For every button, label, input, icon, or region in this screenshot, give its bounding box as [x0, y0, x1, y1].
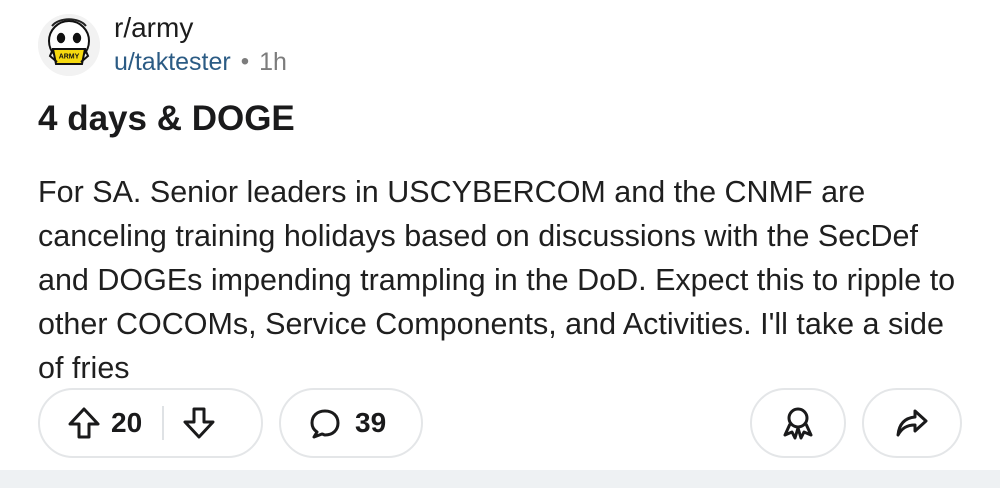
award-icon	[783, 407, 813, 440]
comment-count: 39	[355, 407, 387, 438]
share-button[interactable]	[862, 388, 962, 458]
post-header: ARMY r/army u/taktester • 1h	[38, 14, 287, 76]
army-avatar-icon: ARMY	[38, 14, 100, 76]
vote-controls: 20	[38, 388, 263, 458]
post-timestamp: 1h	[259, 48, 287, 76]
vote-divider	[162, 406, 165, 440]
meta-separator: •	[240, 48, 250, 75]
comments-button[interactable]: 39	[279, 388, 423, 458]
feed-divider	[0, 470, 1000, 488]
share-arrow-icon	[896, 409, 928, 437]
downvote-arrow-icon	[183, 407, 215, 439]
author-username[interactable]: u/taktester	[114, 48, 231, 76]
upvote-arrow-icon	[68, 407, 100, 439]
award-button[interactable]	[750, 388, 846, 458]
post-meta: r/army u/taktester • 1h	[114, 14, 287, 77]
vote-count: 20	[111, 407, 143, 438]
downvote-button[interactable]	[180, 404, 218, 442]
avatar-badge-text: ARMY	[59, 54, 80, 61]
author-line: u/taktester • 1h	[114, 48, 287, 76]
comment-bubble-icon	[310, 409, 340, 439]
upvote-button[interactable]	[65, 404, 103, 442]
post-title[interactable]: 4 days & DOGE	[38, 98, 295, 140]
subreddit-name[interactable]: r/army	[114, 14, 287, 42]
post-body: For SA. Senior leaders in USCYBERCOM and…	[38, 175, 956, 385]
subreddit-avatar[interactable]: ARMY	[38, 14, 100, 76]
